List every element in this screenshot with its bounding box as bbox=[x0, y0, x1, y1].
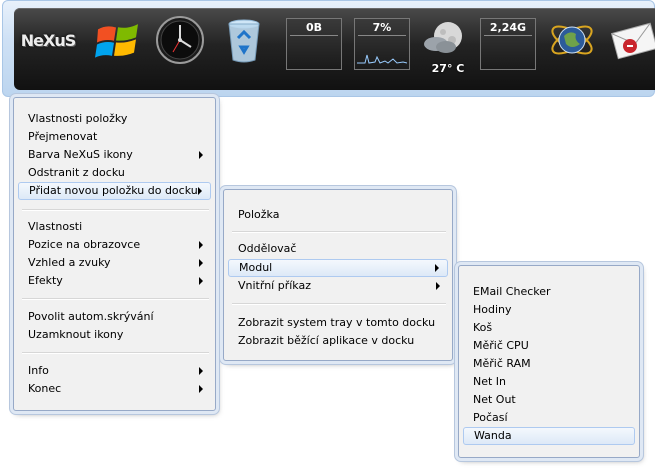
menu-item-properties[interactable]: Vlastnosti bbox=[18, 218, 211, 236]
submenu-arrow-icon bbox=[199, 241, 203, 249]
menu-item-show-running-apps[interactable]: Zobrazit běžící aplikace v docku bbox=[228, 332, 448, 350]
menu-item-module[interactable]: Modul bbox=[228, 259, 448, 277]
submenu-arrow-icon bbox=[199, 367, 203, 375]
menu-item-cpu-meter[interactable]: Měřič CPU bbox=[463, 337, 635, 355]
menu-item-add-new-dock-item[interactable]: Přidat novou položku do docku bbox=[18, 182, 211, 200]
menu-item-weather[interactable]: Počasí bbox=[463, 409, 635, 427]
submenu-arrow-icon bbox=[436, 282, 440, 290]
menu-item-look-and-sounds[interactable]: Vzhled a zvuky bbox=[18, 254, 211, 272]
menu-item-info[interactable]: Info bbox=[18, 362, 211, 380]
menu-item-screen-position[interactable]: Pozice na obrazovce bbox=[18, 236, 211, 254]
menu-item-clock[interactable]: Hodiny bbox=[463, 301, 635, 319]
globe-icon[interactable] bbox=[546, 14, 598, 66]
menu-item-recycle-bin[interactable]: Koš bbox=[463, 319, 635, 337]
windows-logo-icon[interactable] bbox=[92, 14, 144, 66]
cpu-meter-value: 7% bbox=[372, 21, 392, 34]
nexus-logo-text: NeXuS bbox=[20, 30, 76, 50]
menu-separator bbox=[22, 298, 209, 300]
dock-context-menu: Vlastnosti položky Přejmenovat Barva NeX… bbox=[13, 97, 216, 411]
menu-item-show-system-tray[interactable]: Zobrazit system tray v tomto docku bbox=[228, 314, 448, 332]
weather-icon[interactable]: 27° C bbox=[420, 14, 476, 75]
menu-item-item-properties[interactable]: Vlastnosti položky bbox=[18, 110, 211, 128]
menu-item-exit[interactable]: Konec bbox=[18, 380, 211, 398]
cpu-meter-icon[interactable]: 7% bbox=[354, 18, 410, 70]
menu-item-enable-autohide[interactable]: Povolit autom.skrývání bbox=[18, 308, 211, 326]
menu-separator bbox=[232, 303, 446, 305]
menu-separator bbox=[232, 231, 446, 233]
menu-item-nexus-icon-color[interactable]: Barva NeXuS ikony bbox=[18, 146, 211, 164]
submenu-arrow-icon bbox=[435, 264, 439, 272]
menu-item-remove-from-dock[interactable]: Odstranit z docku bbox=[18, 164, 211, 182]
network-in-meter-icon[interactable]: 0B bbox=[286, 18, 342, 70]
weather-temperature: 27° C bbox=[431, 62, 465, 75]
menu-item-separator[interactable]: Oddělovač bbox=[228, 240, 448, 258]
menu-item-internal-command[interactable]: Vnitřní příkaz bbox=[228, 277, 448, 295]
submenu-arrow-icon bbox=[198, 187, 202, 195]
menu-item-wanda[interactable]: Wanda bbox=[463, 427, 635, 445]
menu-separator bbox=[22, 209, 209, 211]
email-checker-icon[interactable] bbox=[608, 14, 655, 66]
submenu-arrow-icon bbox=[199, 259, 203, 267]
network-in-value: 0B bbox=[305, 21, 323, 34]
clock-icon[interactable] bbox=[154, 14, 206, 66]
submenu-arrow-icon bbox=[199, 385, 203, 393]
menu-item-ram-meter[interactable]: Měřič RAM bbox=[463, 355, 635, 373]
menu-item-effects[interactable]: Efekty bbox=[18, 272, 211, 290]
nexus-dock: NeXuS 0B 7% 27° C 2,24G bbox=[14, 8, 655, 90]
menu-item-item[interactable]: Položka bbox=[228, 206, 448, 224]
network-out-value: 2,24G bbox=[489, 21, 527, 34]
module-submenu: EMail Checker Hodiny Koš Měřič CPU Měřič… bbox=[458, 265, 640, 458]
submenu-arrow-icon bbox=[199, 277, 203, 285]
menu-item-lock-icons[interactable]: Uzamknout ikony bbox=[18, 326, 211, 344]
menu-item-net-out[interactable]: Net Out bbox=[463, 391, 635, 409]
recycle-bin-icon[interactable] bbox=[218, 14, 270, 66]
menu-item-email-checker[interactable]: EMail Checker bbox=[463, 283, 635, 301]
menu-item-rename[interactable]: Přejmenovat bbox=[18, 128, 211, 146]
submenu-arrow-icon bbox=[199, 151, 203, 159]
nexus-logo-icon[interactable]: NeXuS bbox=[20, 14, 76, 66]
menu-item-net-in[interactable]: Net In bbox=[463, 373, 635, 391]
network-out-meter-icon[interactable]: 2,24G bbox=[480, 18, 536, 70]
add-dock-item-submenu: Položka Oddělovač Modul Vnitřní příkaz Z… bbox=[223, 189, 453, 361]
menu-separator bbox=[22, 352, 209, 354]
